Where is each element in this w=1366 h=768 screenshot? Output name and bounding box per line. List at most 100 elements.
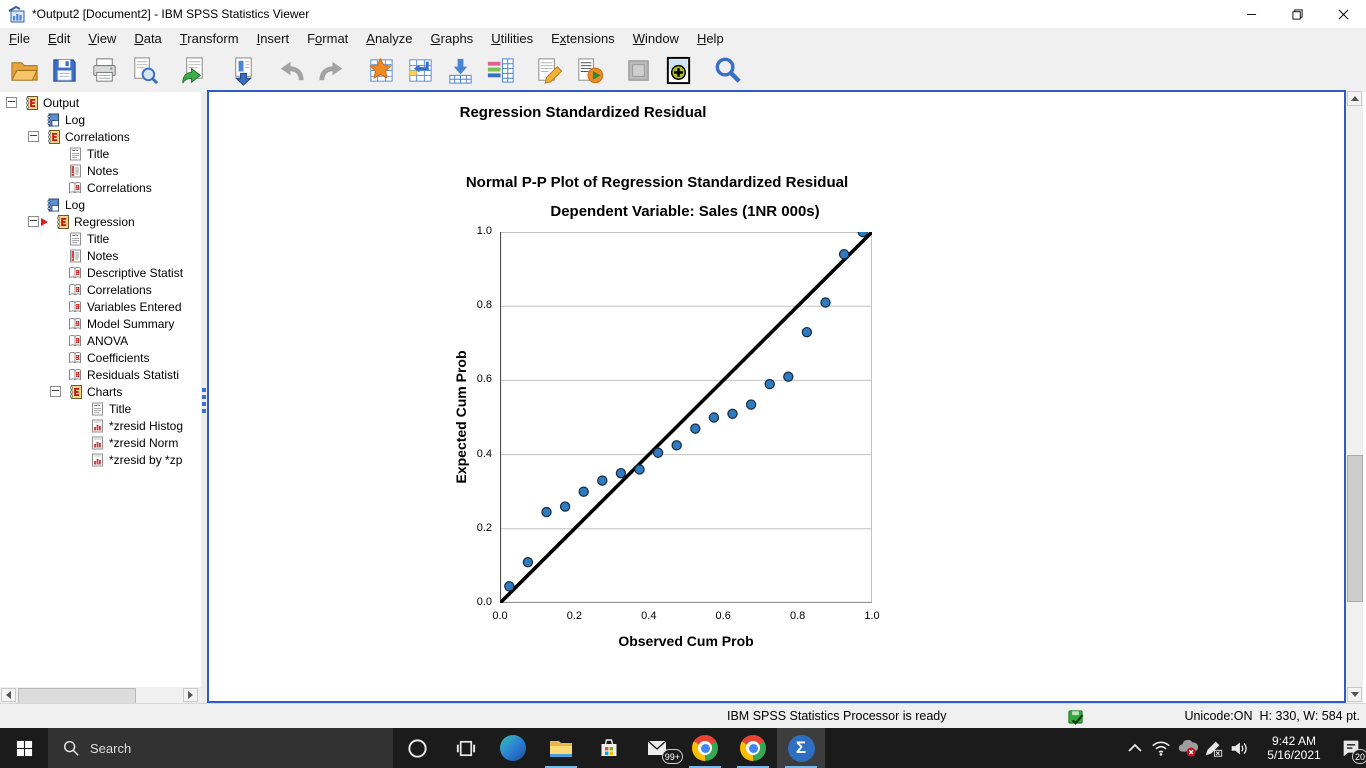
windows-taskbar: Search 99+ Σ 9:42 AM 5/16/2021 20 [0, 728, 1366, 768]
scroll-down-button[interactable] [1347, 687, 1362, 702]
scroll-right-button[interactable] [183, 688, 198, 702]
pp-scatter-plot[interactable] [500, 232, 872, 603]
menu-window[interactable]: Window [624, 30, 688, 47]
tree-item-descriptive-statist[interactable]: Descriptive Statist [0, 264, 201, 281]
y-axis-label: Expected Cum Prob [453, 350, 469, 483]
tree-item-variables-entered[interactable]: Variables Entered [0, 298, 201, 315]
pen-input-tray-button[interactable] [1200, 728, 1226, 768]
spss-taskbar-button[interactable]: Σ [777, 728, 825, 768]
print-preview-button[interactable] [124, 51, 164, 89]
tree-item-correlations[interactable]: Correlations [0, 128, 201, 145]
scroll-left-button[interactable] [1, 688, 16, 702]
log-icon [45, 112, 61, 128]
print-button[interactable] [84, 51, 124, 89]
designate-window-icon [663, 55, 694, 86]
menu-file[interactable]: File [0, 30, 39, 47]
taskbar-search-box[interactable]: Search [48, 728, 393, 768]
tree-item-title[interactable]: Title [0, 230, 201, 247]
wifi-tray-button[interactable] [1148, 728, 1174, 768]
tree-item-residuals-statisti[interactable]: Residuals Statisti [0, 366, 201, 383]
menu-view[interactable]: View [79, 30, 125, 47]
menu-analyze[interactable]: Analyze [357, 30, 421, 47]
tree-item--zresid-norm[interactable]: *zresid Norm [0, 434, 201, 451]
tree-item-charts[interactable]: Charts [0, 383, 201, 400]
volume-tray-button[interactable] [1226, 728, 1252, 768]
tree-item-title[interactable]: Title [0, 400, 201, 417]
chrome-icon [692, 735, 718, 761]
menu-utilities[interactable]: Utilities [482, 30, 542, 47]
find-button[interactable] [707, 51, 747, 89]
menu-insert[interactable]: Insert [248, 30, 299, 47]
export-button[interactable] [222, 51, 262, 89]
file-explorer-button[interactable] [537, 728, 585, 768]
menu-transform[interactable]: Transform [171, 30, 248, 47]
edge-button[interactable] [489, 728, 537, 768]
tree-item-output[interactable]: Output [0, 94, 201, 111]
chrome-button-1[interactable] [681, 728, 729, 768]
recall-dialogs-button[interactable] [173, 51, 213, 89]
undo-button[interactable] [271, 51, 311, 89]
taskbar-clock[interactable]: 9:42 AM 5/16/2021 [1252, 734, 1336, 762]
tree-item-regression[interactable]: Regression [0, 213, 201, 230]
tree-item-model-summary[interactable]: Model Summary [0, 315, 201, 332]
tray-expand-button[interactable] [1122, 728, 1148, 768]
collapse-toggle[interactable] [6, 97, 17, 108]
table-icon [67, 299, 83, 315]
select-last-output-button[interactable] [618, 51, 658, 89]
save-button[interactable] [44, 51, 84, 89]
save-icon [49, 55, 80, 86]
tree-item-coefficients[interactable]: Coefficients [0, 349, 201, 366]
cortana-button[interactable] [393, 728, 441, 768]
close-button[interactable] [1320, 0, 1366, 28]
tree-item--zresid-histog[interactable]: *zresid Histog [0, 417, 201, 434]
tree-item-correlations[interactable]: Correlations [0, 281, 201, 298]
collapse-toggle[interactable] [28, 216, 39, 227]
open-file-button[interactable] [4, 51, 44, 89]
tree-item-log[interactable]: Log [0, 111, 201, 128]
menu-format[interactable]: Format [298, 30, 357, 47]
menu-edit[interactable]: Edit [39, 30, 79, 47]
tree-item--zresid-by-zp[interactable]: *zresid by *zp [0, 451, 201, 468]
menu-extensions[interactable]: Extensions [542, 30, 624, 47]
designate-window-button[interactable] [658, 51, 698, 89]
onedrive-tray-button[interactable] [1174, 728, 1200, 768]
x-tick: 0.6 [716, 610, 731, 622]
restore-button[interactable] [1274, 0, 1320, 28]
redo-button[interactable] [311, 51, 351, 89]
insert-variable-button[interactable] [440, 51, 480, 89]
y-tick: 0.8 [477, 299, 492, 311]
goto-case-button[interactable] [360, 51, 400, 89]
minimize-button[interactable] [1228, 0, 1274, 28]
tree-item-title[interactable]: Title [0, 145, 201, 162]
tree-h-scrollbar[interactable] [0, 687, 201, 703]
collapse-toggle[interactable] [50, 386, 61, 397]
variables-list-button[interactable] [480, 51, 520, 89]
tree-item-label: Regression [74, 215, 135, 229]
mail-button[interactable]: 99+ [633, 728, 681, 768]
chrome-button-2[interactable] [729, 728, 777, 768]
menu-data[interactable]: Data [125, 30, 170, 47]
tree-item-log[interactable]: Log [0, 196, 201, 213]
tree-item-notes[interactable]: Notes [0, 247, 201, 264]
tree-item-label: Log [65, 198, 85, 212]
v-scrollbar-thumb[interactable] [1347, 455, 1363, 602]
run-script-button[interactable] [569, 51, 609, 89]
tree-item-correlations[interactable]: Correlations [0, 179, 201, 196]
table-icon [67, 282, 83, 298]
menu-help[interactable]: Help [688, 30, 733, 47]
collapse-toggle[interactable] [28, 131, 39, 142]
edit-output-button[interactable] [529, 51, 569, 89]
menu-graphs[interactable]: Graphs [422, 30, 483, 47]
task-view-button[interactable] [441, 728, 489, 768]
tree-item-anova[interactable]: ANOVA [0, 332, 201, 349]
notification-center-button[interactable]: 20 [1336, 728, 1366, 768]
output-content-pane[interactable]: Regression Standardized Residual Normal … [207, 90, 1346, 703]
start-button[interactable] [0, 728, 48, 768]
content-v-scrollbar[interactable] [1346, 90, 1363, 703]
scroll-up-button[interactable] [1347, 91, 1362, 106]
goto-variable-button[interactable] [400, 51, 440, 89]
print-preview-icon [129, 55, 160, 86]
store-button[interactable] [585, 728, 633, 768]
h-scrollbar-thumb[interactable] [18, 688, 136, 703]
tree-item-notes[interactable]: Notes [0, 162, 201, 179]
